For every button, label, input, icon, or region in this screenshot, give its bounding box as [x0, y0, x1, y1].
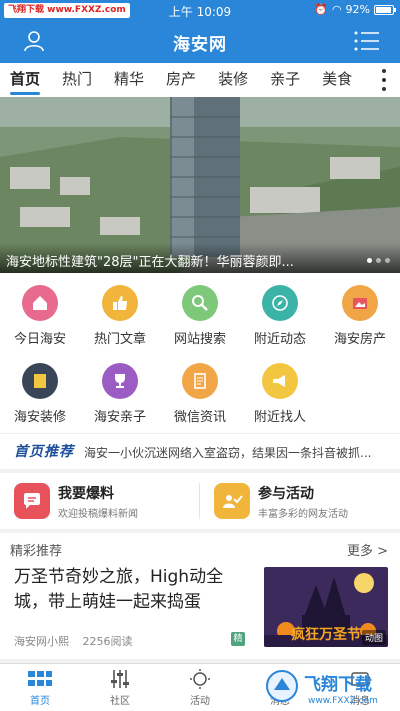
feature-cards: 我要爆料 欢迎投稿爆料新闻 参与活动 丰富多彩的网友活动 — [0, 473, 400, 529]
tab-hot[interactable]: 热门 — [62, 63, 92, 97]
house-image-icon — [342, 285, 378, 321]
app-header: 飞翔下载 www.FXXZ.com 上午 10:09 ⏰ ◠ 92% 海安网 — [0, 0, 400, 63]
article-title[interactable]: 万圣节奇妙之旅，High动全城，带上萌娃一起来捣蛋 — [14, 565, 244, 615]
tab-property[interactable]: 房产 — [166, 63, 196, 97]
watermark-url: www.FXXZ.com — [308, 696, 378, 706]
bottom-tab-label: 社区 — [110, 696, 130, 707]
grid-item-label: 今日海安 — [13, 332, 66, 347]
battery-percent: 92% — [345, 3, 370, 16]
site-watermark: 飞翔下载 www.FXXZ.com — [266, 670, 378, 706]
watermark-text: 飞翔下载 — [304, 674, 372, 695]
article-thumbnail[interactable]: 疯狂万圣节 动图 — [264, 567, 388, 647]
divider — [199, 483, 200, 519]
bottom-tab-community[interactable]: 社区 — [80, 668, 160, 707]
thumbnail-caption: 疯狂万圣节 — [291, 626, 361, 643]
gif-label: 动图 — [361, 630, 386, 645]
chat-bubble-icon — [14, 483, 50, 519]
grid-item-label: 网站搜索 — [173, 332, 226, 347]
ticker-text[interactable]: 海安一小伙沉迷网络入室盗窃，结果因一条抖音被抓... — [84, 444, 388, 461]
status-icons: ⏰ ◠ 92% — [314, 3, 396, 16]
sun-icon — [187, 668, 213, 690]
tab-food[interactable]: 美食 — [322, 63, 352, 97]
grid-item-label: 附近找人 — [253, 410, 306, 425]
sliders-icon — [107, 668, 133, 690]
grid-item-label: 海安亲子 — [93, 410, 146, 425]
nav-bar: 海安网 — [0, 21, 400, 63]
trophy-icon — [102, 363, 138, 399]
feature-title: 参与活动 — [258, 486, 314, 502]
grid-item-label: 海安装修 — [13, 410, 66, 425]
grid-item-label: 微信资讯 — [173, 410, 226, 425]
home-icon — [22, 285, 58, 321]
article-meta: 海安网小熙 2256阅读 — [14, 633, 133, 649]
article-card[interactable]: 万圣节奇妙之旅，High动全城，带上萌娃一起来捣蛋 海安网小熙 2256阅读 精… — [0, 563, 400, 659]
grid-item-wechat-news[interactable]: 微信资讯 — [160, 363, 240, 425]
carousel-indicator — [367, 258, 390, 263]
recommend-section-header: 精彩推荐 更多 > — [0, 533, 400, 563]
bottom-tab-home[interactable]: 首页 — [0, 668, 80, 707]
category-tabs: 首页 热门 精华 房产 装修 亲子 美食 — [0, 63, 400, 97]
activity-icon — [214, 483, 250, 519]
grid-item-today[interactable]: 今日海安 — [0, 285, 80, 347]
quick-access-grid: 今日海安 热门文章 网站搜索 附近动态 海安房产 海安装修 海安亲子 微信资讯 … — [0, 273, 400, 433]
tab-parenting[interactable]: 亲子 — [270, 63, 300, 97]
banner-caption: 海安地标性建筑"28层"正在大翻新！华丽蓉颜即... — [0, 243, 400, 273]
bottom-tab-label: 首页 — [30, 696, 50, 707]
feature-subtitle: 丰富多彩的网友活动 — [258, 509, 348, 520]
bottom-tab-activity[interactable]: 活动 — [160, 668, 240, 707]
grid-item-find-people[interactable]: 附近找人 — [240, 363, 320, 425]
join-activity-card[interactable]: 参与活动 丰富多彩的网友活动 — [214, 481, 400, 521]
bottom-tab-label: 活动 — [190, 696, 210, 707]
banner-carousel[interactable]: 海安地标性建筑"28层"正在大翻新！华丽蓉颜即... — [0, 97, 400, 273]
document-icon — [182, 363, 218, 399]
compass-icon — [262, 285, 298, 321]
feature-title: 我要爆料 — [58, 486, 114, 502]
tab-home[interactable]: 首页 — [10, 63, 41, 97]
grid-item-hot-articles[interactable]: 热门文章 — [80, 285, 160, 347]
grid-item-parenting[interactable]: 海安亲子 — [80, 363, 160, 425]
article-reads: 2256阅读 — [82, 635, 133, 648]
megaphone-icon — [262, 363, 298, 399]
thumbs-up-icon — [102, 285, 138, 321]
grid-item-search[interactable]: 网站搜索 — [160, 285, 240, 347]
article-author: 海安网小熙 — [14, 635, 69, 648]
more-link[interactable]: 更多 > — [347, 540, 388, 559]
featured-badge: 精 — [231, 632, 245, 646]
headline-ticker[interactable]: 首页推荐 海安一小伙沉迷网络入室盗窃，结果因一条抖音被抓... — [0, 433, 400, 469]
note-icon — [22, 363, 58, 399]
menu-icon[interactable] — [354, 30, 380, 52]
ticker-badge: 首页推荐 — [14, 444, 74, 460]
grid-icon — [27, 668, 53, 690]
submit-tip-card[interactable]: 我要爆料 欢迎投稿爆料新闻 — [14, 481, 204, 521]
wifi-icon: ◠ — [331, 3, 342, 16]
alarm-icon: ⏰ — [314, 3, 328, 16]
page-title: 海安网 — [173, 35, 227, 55]
grid-item-decoration[interactable]: 海安装修 — [0, 363, 80, 425]
grid-item-label: 海安房产 — [333, 332, 386, 347]
search-icon — [182, 285, 218, 321]
grid-item-label: 热门文章 — [93, 332, 146, 347]
tab-decoration[interactable]: 装修 — [218, 63, 248, 97]
more-vertical-icon[interactable] — [382, 69, 388, 91]
grid-item-nearby-news[interactable]: 附近动态 — [240, 285, 320, 347]
feature-subtitle: 欢迎投稿爆料新闻 — [58, 509, 138, 520]
status-bar: 飞翔下载 www.FXXZ.com 上午 10:09 ⏰ ◠ 92% — [0, 0, 400, 21]
tab-featured[interactable]: 精华 — [114, 63, 144, 97]
battery-icon — [374, 4, 396, 15]
grid-item-property[interactable]: 海安房产 — [320, 285, 400, 347]
section-title: 精彩推荐 — [10, 544, 63, 559]
grid-item-label: 附近动态 — [253, 332, 306, 347]
